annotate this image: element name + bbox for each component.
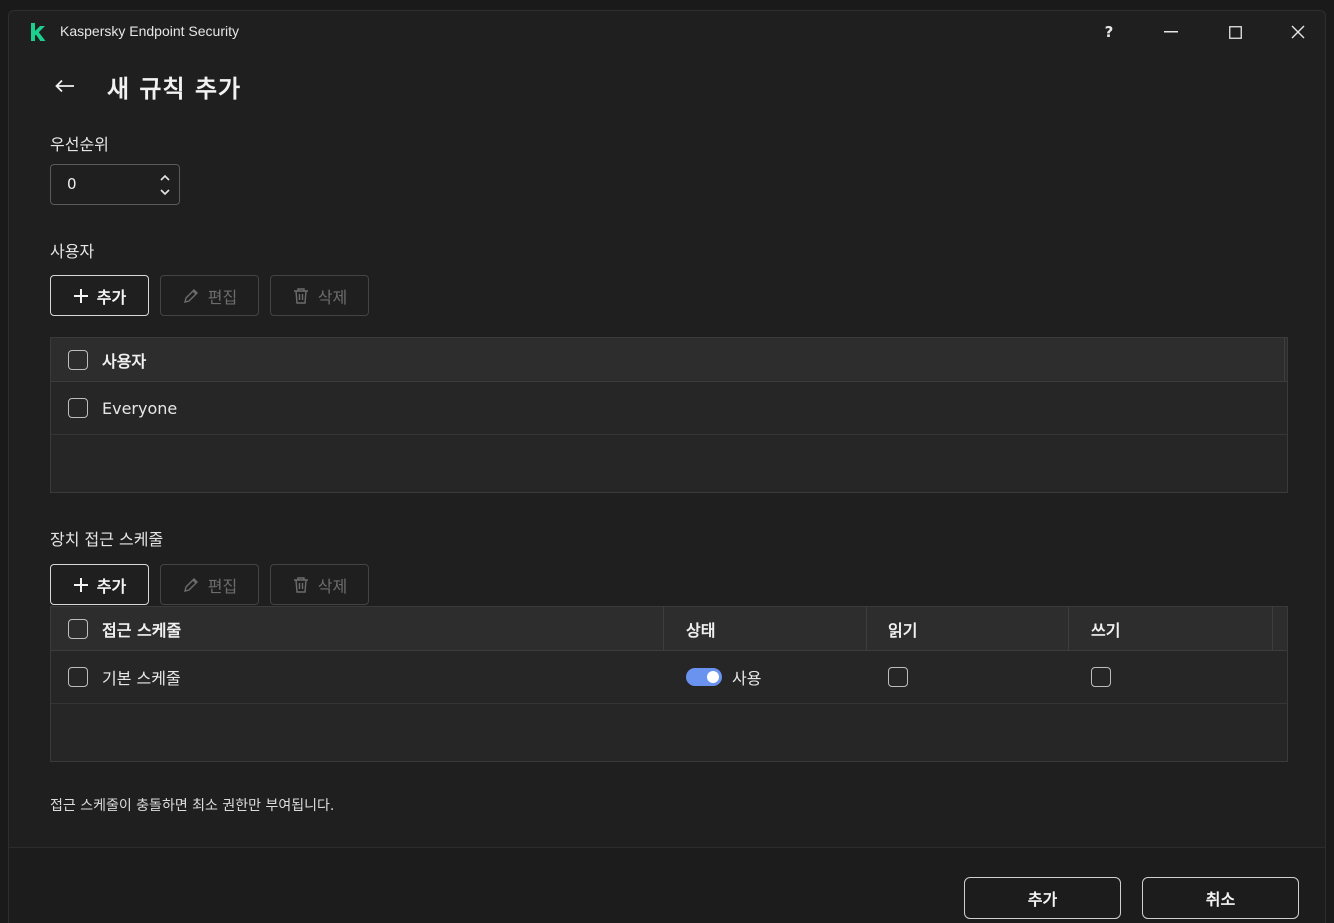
- schedules-delete-button[interactable]: 삭제: [270, 564, 369, 605]
- minimize-button[interactable]: [1151, 19, 1191, 45]
- schedules-table-header: 접근 스케줄 상태 읽기 쓰기: [51, 607, 1287, 651]
- main-window: Kaspersky Endpoint Security ? 새 규칙 추가 우선…: [8, 10, 1326, 923]
- table-row[interactable]: Everyone: [51, 382, 1287, 435]
- page-title: 새 규칙 추가: [107, 74, 242, 103]
- back-button[interactable]: [53, 74, 77, 98]
- plus-icon: [73, 288, 88, 303]
- users-delete-button[interactable]: 삭제: [270, 275, 369, 316]
- schedules-edit-label: 편집: [207, 576, 238, 596]
- user-row-checkbox[interactable]: [68, 398, 88, 418]
- minimize-icon: [1164, 31, 1178, 33]
- conflict-note: 접근 스케줄이 충돌하면 최소 권한만 부여됩니다.: [50, 798, 335, 814]
- table-row[interactable]: 기본 스케줄 사용: [51, 651, 1287, 704]
- table-empty-area: [51, 704, 1287, 761]
- users-edit-label: 편집: [207, 287, 238, 307]
- pencil-icon: [183, 577, 198, 592]
- toggle-knob: [707, 671, 719, 683]
- user-name: Everyone: [102, 398, 178, 418]
- dialog-footer: 추가 취소: [9, 847, 1325, 923]
- pencil-icon: [183, 288, 198, 303]
- back-arrow-icon: [55, 79, 74, 93]
- users-toolbar: 추가 편집 삭제: [50, 275, 369, 316]
- schedules-toolbar: 추가 편집 삭제: [50, 564, 369, 605]
- app-title: Kaspersky Endpoint Security: [60, 23, 239, 39]
- cancel-button[interactable]: 취소: [1142, 877, 1299, 919]
- maximize-icon: [1228, 25, 1242, 39]
- column-divider: [1068, 607, 1069, 650]
- select-all-schedules-checkbox[interactable]: [68, 618, 88, 639]
- status-label: 사용: [732, 669, 762, 688]
- schedule-name: 기본 스케줄: [102, 669, 181, 688]
- stepper-arrows-icon[interactable]: [157, 169, 173, 201]
- schedules-section-label: 장치 접근 스케줄: [50, 530, 164, 549]
- close-button[interactable]: [1278, 19, 1318, 45]
- kaspersky-logo-icon: [31, 23, 46, 41]
- column-divider: [1272, 607, 1273, 650]
- column-header-status: 상태: [686, 620, 716, 640]
- users-section-label: 사용자: [50, 242, 95, 261]
- trash-icon: [293, 576, 308, 593]
- page-header: 새 규칙 추가: [53, 69, 241, 103]
- help-button[interactable]: ?: [1089, 19, 1129, 45]
- schedules-add-label: 추가: [96, 576, 127, 596]
- column-header-write: 쓰기: [1091, 620, 1121, 640]
- select-all-users-checkbox[interactable]: [68, 349, 88, 370]
- cancel-label: 취소: [1205, 890, 1236, 909]
- users-add-button[interactable]: 추가: [50, 275, 149, 316]
- plus-icon: [73, 577, 88, 592]
- read-checkbox[interactable]: [888, 667, 908, 687]
- priority-label: 우선순위: [50, 135, 109, 154]
- schedules-edit-button[interactable]: 편집: [160, 564, 259, 605]
- column-divider: [663, 607, 664, 650]
- maximize-button[interactable]: [1215, 19, 1255, 45]
- confirm-add-button[interactable]: 추가: [964, 877, 1121, 919]
- column-header-schedule: 접근 스케줄: [102, 620, 182, 640]
- write-checkbox[interactable]: [1091, 667, 1111, 687]
- schedules-add-button[interactable]: 추가: [50, 564, 149, 605]
- title-bar: Kaspersky Endpoint Security ?: [9, 11, 1325, 53]
- column-header-read: 읽기: [888, 620, 918, 640]
- schedule-row-checkbox[interactable]: [68, 667, 88, 687]
- trash-icon: [293, 287, 308, 304]
- users-table-header: 사용자: [51, 338, 1287, 382]
- users-delete-label: 삭제: [317, 287, 348, 307]
- status-toggle[interactable]: [686, 668, 722, 686]
- users-table: 사용자 Everyone: [50, 337, 1288, 493]
- help-icon: ?: [1104, 23, 1114, 41]
- schedules-table: 접근 스케줄 상태 읽기 쓰기 기본 스케줄 사용: [50, 606, 1288, 762]
- column-divider: [1284, 338, 1285, 381]
- users-column-header: 사용자: [102, 351, 147, 371]
- schedules-delete-label: 삭제: [317, 576, 348, 596]
- priority-stepper[interactable]: 0: [50, 164, 180, 205]
- users-add-label: 추가: [96, 287, 127, 307]
- confirm-add-label: 추가: [1027, 890, 1058, 909]
- users-edit-button[interactable]: 편집: [160, 275, 259, 316]
- column-divider: [866, 607, 867, 650]
- priority-value: 0: [67, 175, 77, 193]
- close-icon: [1291, 25, 1305, 39]
- table-empty-area: [51, 435, 1287, 492]
